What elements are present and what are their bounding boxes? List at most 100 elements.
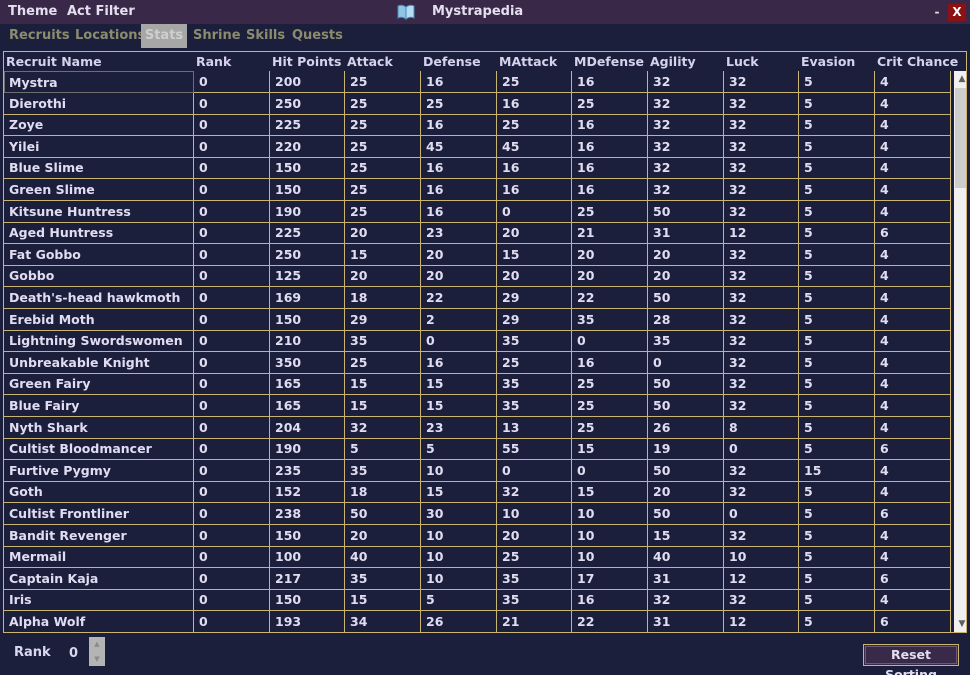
stat-cell[interactable]: 20	[497, 222, 572, 245]
stat-cell[interactable]: 32	[648, 71, 724, 93]
stat-cell[interactable]: 5	[799, 135, 875, 158]
stat-cell[interactable]: 0	[194, 287, 270, 309]
stat-cell[interactable]: 0	[194, 567, 270, 590]
stat-cell[interactable]: 5	[799, 308, 875, 331]
column-header-attack[interactable]: Attack	[347, 54, 393, 69]
stat-cell[interactable]: 5	[799, 71, 875, 93]
table-row[interactable]: Furtive Pygmy 0 235 35 10 0 0 50 32 15 4	[4, 459, 951, 482]
stat-cell[interactable]: 32	[724, 373, 799, 396]
stat-cell[interactable]: 25	[572, 416, 648, 439]
stat-cell[interactable]: 4	[875, 589, 951, 612]
stat-cell[interactable]: 28	[648, 308, 724, 331]
table-row[interactable]: Green Fairy 0 165 15 15 35 25 50 32 5 4	[4, 373, 951, 396]
stat-cell[interactable]: 235	[270, 459, 345, 482]
stat-cell[interactable]: 25	[345, 114, 421, 137]
stat-cell[interactable]: 40	[648, 546, 724, 569]
stat-cell[interactable]: 0	[194, 92, 270, 115]
stat-cell[interactable]: 0	[194, 200, 270, 223]
stat-cell[interactable]: 15	[497, 243, 572, 266]
stat-cell[interactable]: 16	[572, 114, 648, 137]
stat-cell[interactable]: 32	[724, 330, 799, 353]
table-row[interactable]: Goth 0 152 18 15 32 15 20 32 5 4	[4, 481, 951, 504]
stat-cell[interactable]: 5	[799, 330, 875, 353]
stat-cell[interactable]: 5	[799, 243, 875, 266]
stat-cell[interactable]: 0	[194, 71, 270, 93]
stat-cell[interactable]: 6	[875, 503, 951, 525]
stat-cell[interactable]: 6	[875, 611, 951, 632]
stat-cell[interactable]: 4	[875, 308, 951, 331]
recruit-name-cell[interactable]: Captain Kaja	[4, 567, 194, 590]
stat-cell[interactable]: 32	[724, 395, 799, 417]
stat-cell[interactable]: 2	[421, 308, 497, 331]
stat-cell[interactable]: 125	[270, 265, 345, 288]
stat-cell[interactable]: 5	[799, 546, 875, 569]
stat-cell[interactable]: 31	[648, 222, 724, 245]
tab-stats[interactable]: Stats	[141, 24, 187, 48]
stat-cell[interactable]: 4	[875, 114, 951, 137]
stat-cell[interactable]: 25	[497, 71, 572, 93]
stat-cell[interactable]: 4	[875, 351, 951, 374]
stat-cell[interactable]: 20	[572, 265, 648, 288]
stat-cell[interactable]: 32	[724, 308, 799, 331]
stat-cell[interactable]: 0	[194, 546, 270, 569]
stat-cell[interactable]: 15	[799, 459, 875, 482]
stat-cell[interactable]: 50	[648, 459, 724, 482]
recruit-name-cell[interactable]: Aged Huntress	[4, 222, 194, 245]
stat-cell[interactable]: 25	[421, 92, 497, 115]
stat-cell[interactable]: 0	[194, 114, 270, 137]
stat-cell[interactable]: 22	[572, 611, 648, 632]
recruit-name-cell[interactable]: Yilei	[4, 135, 194, 158]
recruit-name-cell[interactable]: Alpha Wolf	[4, 611, 194, 632]
stat-cell[interactable]: 20	[648, 243, 724, 266]
stat-cell[interactable]: 25	[497, 546, 572, 569]
table-row[interactable]: Lightning Swordswomen 0 210 35 0 35 0 35 32 5 4	[4, 330, 951, 353]
stat-cell[interactable]: 32	[648, 114, 724, 137]
table-row[interactable]: Nyth Shark 0 204 32 23 13 25 26 8 5 4	[4, 416, 951, 439]
stat-cell[interactable]: 12	[724, 222, 799, 245]
stat-cell[interactable]: 150	[270, 524, 345, 547]
stat-cell[interactable]: 4	[875, 416, 951, 439]
stat-cell[interactable]: 29	[497, 287, 572, 309]
stat-cell[interactable]: 169	[270, 287, 345, 309]
stat-cell[interactable]: 0	[194, 395, 270, 417]
stat-cell[interactable]: 193	[270, 611, 345, 632]
stat-cell[interactable]: 50	[648, 503, 724, 525]
stat-cell[interactable]: 0	[194, 503, 270, 525]
stat-cell[interactable]: 0	[194, 179, 270, 201]
stat-cell[interactable]: 0	[724, 503, 799, 525]
stat-cell[interactable]: 5	[799, 438, 875, 461]
stat-cell[interactable]: 238	[270, 503, 345, 525]
stat-cell[interactable]: 150	[270, 308, 345, 331]
table-row[interactable]: Iris 0 150 15 5 35 16 32 32 5 4	[4, 589, 951, 612]
stat-cell[interactable]: 25	[497, 114, 572, 137]
rank-value[interactable]: 0	[69, 646, 78, 661]
table-row[interactable]: Captain Kaja 0 217 35 10 35 17 31 12 5 6	[4, 567, 951, 590]
stat-cell[interactable]: 5	[799, 351, 875, 374]
stat-cell[interactable]: 6	[875, 222, 951, 245]
table-row[interactable]: Death's-head hawkmoth 0 169 18 22 29 22 50 32 5 4	[4, 287, 951, 309]
column-header-crit-chance[interactable]: Crit Chance	[877, 54, 958, 69]
stat-cell[interactable]: 35	[572, 308, 648, 331]
stat-cell[interactable]: 25	[345, 135, 421, 158]
column-header-mdefense[interactable]: MDefense	[574, 54, 644, 69]
stat-cell[interactable]: 40	[345, 546, 421, 569]
stat-cell[interactable]: 32	[724, 92, 799, 115]
stat-cell[interactable]: 5	[799, 157, 875, 180]
stat-cell[interactable]: 12	[724, 567, 799, 590]
stat-cell[interactable]: 15	[421, 481, 497, 504]
stat-cell[interactable]: 5	[799, 222, 875, 245]
table-row[interactable]: Dierothi 0 250 25 25 16 25 32 32 5 4	[4, 92, 951, 115]
stat-cell[interactable]: 0	[194, 459, 270, 482]
stat-cell[interactable]: 16	[572, 179, 648, 201]
stat-cell[interactable]: 21	[572, 222, 648, 245]
column-header-evasion[interactable]: Evasion	[801, 54, 855, 69]
stat-cell[interactable]: 210	[270, 330, 345, 353]
stat-cell[interactable]: 5	[799, 373, 875, 396]
stat-cell[interactable]: 15	[572, 438, 648, 461]
stat-cell[interactable]: 12	[724, 611, 799, 632]
stat-cell[interactable]: 32	[724, 265, 799, 288]
stat-cell[interactable]: 18	[345, 481, 421, 504]
stat-cell[interactable]: 5	[421, 438, 497, 461]
recruit-name-cell[interactable]: Erebid Moth	[4, 308, 194, 331]
stat-cell[interactable]: 4	[875, 546, 951, 569]
